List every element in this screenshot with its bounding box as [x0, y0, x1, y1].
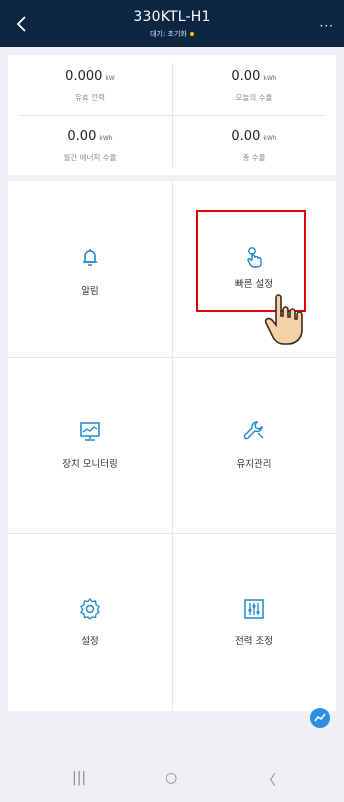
- menu-label: 유지관리: [236, 459, 272, 470]
- menu-label: 알림: [81, 286, 99, 297]
- stat-label: 월간 에너지 수율: [63, 153, 117, 162]
- stat-value: 0.00: [231, 69, 261, 84]
- menu-label: 전력 조정: [235, 636, 273, 647]
- floating-chart-button[interactable]: [310, 708, 330, 728]
- menu-power-adjustment[interactable]: 전력 조정: [172, 533, 336, 709]
- stat-unit: kW: [105, 75, 115, 82]
- gear-icon: [80, 597, 100, 620]
- page-title: 330KTL-H1: [133, 9, 211, 25]
- menu-device-monitoring[interactable]: 장치 모니터링: [8, 357, 172, 533]
- recents-button[interactable]: |||: [72, 770, 86, 786]
- menu-settings[interactable]: 설정: [8, 533, 172, 709]
- stat-value: 0.00: [67, 129, 97, 144]
- chart-icon: [314, 713, 326, 722]
- menu-alarm[interactable]: 알림: [8, 181, 172, 357]
- status-text: 대기: 초기화: [150, 30, 187, 38]
- app-header: 330KTL-H1 대기: 초기화 ···: [0, 0, 344, 47]
- stat-monthly-yield: 0.00 kWh 월간 에너지 수율: [8, 115, 172, 175]
- stat-unit: kWh: [263, 135, 277, 142]
- menu-maintenance[interactable]: 유지관리: [172, 357, 336, 533]
- system-nav-bar: ||| ○ 〈: [0, 752, 344, 802]
- status-dot-icon: [189, 32, 194, 36]
- device-status: 대기: 초기화: [0, 29, 344, 39]
- stat-label: 오늘의 수율: [235, 93, 273, 102]
- menu-label: 장치 모니터링: [62, 459, 118, 470]
- stat-label: 총 수율: [242, 153, 266, 162]
- stat-today-yield: 0.00 kWh 오늘의 수율: [172, 55, 336, 115]
- wrench-icon: [243, 421, 264, 440]
- stat-unit: kWh: [263, 75, 277, 82]
- stat-active-power: 0.000 kW 유효 전력: [8, 55, 172, 115]
- stat-value: 0.00: [231, 129, 261, 144]
- stat-total-yield: 0.00 kWh 총 수율: [172, 115, 336, 175]
- more-menu-button[interactable]: ···: [320, 19, 334, 33]
- monitor-icon: [80, 422, 100, 441]
- system-back-button[interactable]: 〈: [262, 770, 276, 790]
- pointing-hand-icon: [264, 294, 303, 345]
- menu-label: 설정: [81, 636, 99, 647]
- stat-label: 유효 전력: [75, 93, 105, 102]
- stat-value: 0.000: [65, 69, 103, 84]
- stat-unit: kWh: [99, 135, 113, 142]
- stats-panel: 0.000 kW 유효 전력 0.00 kWh 오늘의 수율 0.00 kWh 월간 …: [8, 55, 336, 175]
- home-button[interactable]: ○: [165, 770, 177, 786]
- sliders-icon: [244, 599, 264, 619]
- bell-icon: [83, 249, 97, 266]
